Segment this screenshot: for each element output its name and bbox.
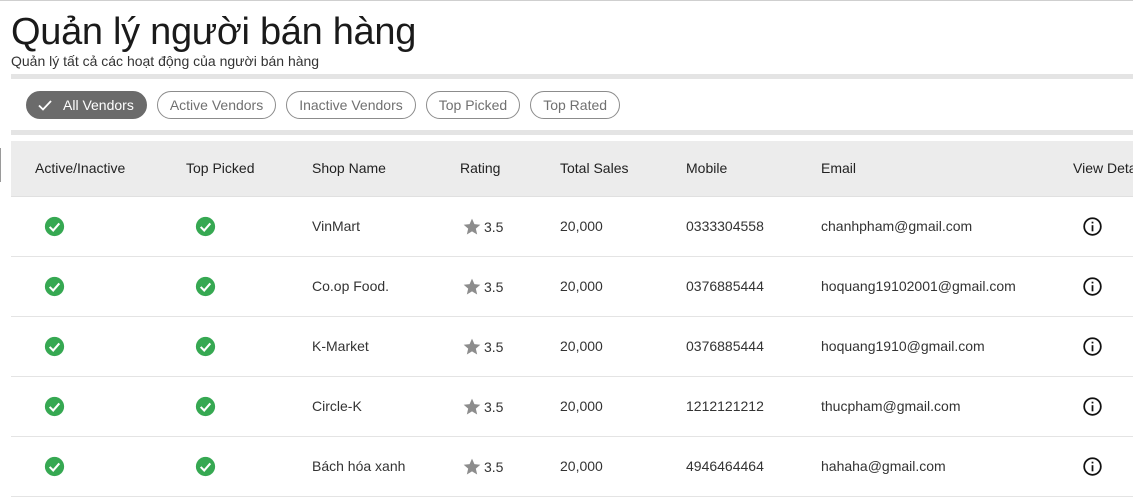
top-rule	[0, 0, 1133, 1]
star-icon	[463, 278, 481, 294]
left-edge-rule	[0, 148, 1, 182]
email: thucpham@gmail.com	[821, 398, 961, 414]
info-icon[interactable]	[1082, 276, 1103, 297]
info-icon[interactable]	[1082, 216, 1103, 237]
rating: 3.5	[462, 317, 503, 376]
rating: 3.5	[462, 197, 503, 256]
rating: 3.5	[462, 377, 503, 436]
chip-inactive-vendors[interactable]: Inactive Vendors	[286, 91, 416, 119]
table-row: Circle-K 3.5 20,000 1212121212 thucpham@…	[11, 377, 1133, 437]
rating-value: 3.5	[484, 398, 504, 415]
table-row: VinMart 3.5 20,000 0333304558 chanhpham@…	[11, 197, 1133, 257]
email: hoquang19102001@gmail.com	[821, 278, 1016, 294]
total-sales: 20,000	[560, 278, 603, 294]
shop-name: VinMart	[312, 218, 360, 234]
email: chanhpham@gmail.com	[821, 218, 973, 234]
chip-label: Top Picked	[438, 97, 508, 113]
mobile: 0333304558	[686, 218, 764, 234]
check-circle-icon	[44, 276, 65, 297]
table-header: Active/Inactive Top Picked Shop Name Rat…	[11, 141, 1133, 197]
chip-top-rated[interactable]: Top Rated	[530, 91, 621, 119]
check-circle-icon	[44, 216, 65, 237]
chip-label: Inactive Vendors	[299, 97, 403, 113]
page-subtitle: Quản lý tất cả các hoạt động của người b…	[11, 53, 320, 69]
email: hoquang1910@gmail.com	[821, 338, 985, 354]
rating-value: 3.5	[484, 218, 504, 235]
vendors-table: Active/Inactive Top Picked Shop Name Rat…	[11, 141, 1133, 497]
rating: 3.5	[462, 437, 503, 496]
total-sales: 20,000	[560, 338, 603, 354]
check-circle-icon	[195, 336, 216, 357]
mobile: 0376885444	[686, 338, 764, 354]
header-divider	[11, 74, 1133, 79]
table-body: VinMart 3.5 20,000 0333304558 chanhpham@…	[11, 197, 1133, 497]
info-icon[interactable]	[1082, 396, 1103, 417]
column-header-total-sales[interactable]: Total Sales	[560, 141, 628, 196]
mobile: 0376885444	[686, 278, 764, 294]
page-title: Quản lý người bán hàng	[11, 11, 417, 53]
column-header-active[interactable]: Active/Inactive	[35, 141, 125, 196]
shop-name: Bách hóa xanh	[312, 458, 406, 474]
rating-value: 3.5	[484, 338, 504, 355]
column-header-view-details[interactable]: View Deta	[1073, 141, 1133, 196]
table-row: K-Market 3.5 20,000 0376885444 hoquang19…	[11, 317, 1133, 377]
info-icon[interactable]	[1082, 456, 1103, 477]
check-circle-icon	[195, 216, 216, 237]
mobile: 1212121212	[686, 398, 764, 414]
check-circle-icon	[195, 276, 216, 297]
chip-label: Top Rated	[543, 97, 608, 113]
total-sales: 20,000	[560, 398, 603, 414]
shop-name: K-Market	[312, 338, 369, 354]
star-icon	[463, 398, 481, 414]
check-circle-icon	[44, 396, 65, 417]
rating: 3.5	[462, 257, 503, 316]
mobile: 4946464464	[686, 458, 764, 474]
table-row: Co.op Food. 3.5 20,000 0376885444 hoquan…	[11, 257, 1133, 317]
total-sales: 20,000	[560, 458, 603, 474]
check-circle-icon	[195, 456, 216, 477]
check-circle-icon	[195, 396, 216, 417]
chip-top-picked[interactable]: Top Picked	[425, 91, 521, 119]
total-sales: 20,000	[560, 218, 603, 234]
rating-value: 3.5	[484, 458, 504, 475]
star-icon	[463, 338, 481, 354]
check-icon	[38, 100, 52, 111]
filters-divider	[11, 130, 1133, 135]
column-header-top-picked[interactable]: Top Picked	[186, 141, 254, 196]
shop-name: Circle-K	[312, 398, 362, 414]
info-icon[interactable]	[1082, 336, 1103, 357]
chip-label: Active Vendors	[169, 97, 264, 113]
column-header-email[interactable]: Email	[821, 141, 856, 196]
chip-active-vendors[interactable]: Active Vendors	[156, 91, 277, 119]
star-icon	[463, 458, 481, 474]
filter-chips: All Vendors Active Vendors Inactive Vend…	[26, 91, 621, 119]
check-circle-icon	[44, 456, 65, 477]
rating-value: 3.5	[484, 278, 504, 295]
chip-label: All Vendors	[63, 97, 134, 113]
chip-all-vendors[interactable]: All Vendors	[26, 91, 147, 119]
check-circle-icon	[44, 336, 65, 357]
shop-name: Co.op Food.	[312, 278, 390, 294]
star-icon	[463, 218, 481, 234]
column-header-rating[interactable]: Rating	[460, 141, 500, 196]
email: hahaha@gmail.com	[821, 458, 946, 474]
column-header-mobile[interactable]: Mobile	[686, 141, 727, 196]
column-header-shop-name[interactable]: Shop Name	[312, 141, 386, 196]
table-row: Bách hóa xanh 3.5 20,000 4946464464 haha…	[11, 437, 1133, 497]
